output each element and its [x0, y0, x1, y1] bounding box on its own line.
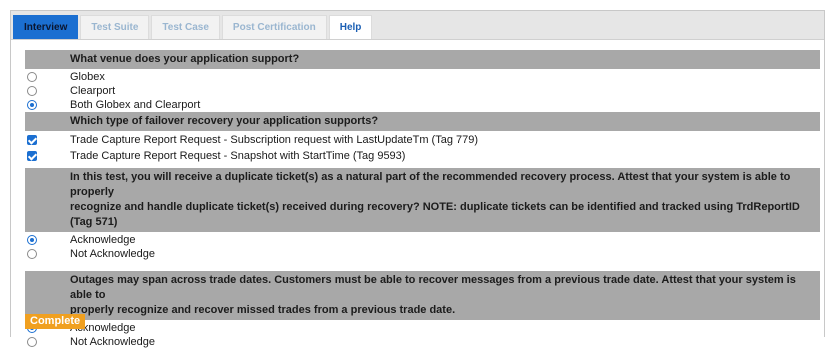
interview-form: What venue does your application support…	[25, 50, 820, 349]
tab-interview[interactable]: Interview	[13, 15, 79, 39]
complete-button[interactable]: Complete	[25, 314, 86, 329]
option-not-acknowledge-outages[interactable]: Not Acknowledge	[25, 335, 820, 349]
option-label: Trade Capture Report Request - Subscript…	[70, 134, 479, 146]
question-line: Outages may span across trade dates. Cus…	[70, 274, 796, 301]
option-label: Not Acknowledge	[70, 336, 155, 348]
checkbox-subscription[interactable]	[25, 133, 39, 147]
question-duplicate-header: In this test, you will receive a duplica…	[25, 168, 820, 232]
radio-acknowledge[interactable]	[25, 233, 39, 247]
question-line: properly recognize and recover missed tr…	[70, 304, 456, 316]
radio-clearport[interactable]	[25, 84, 39, 98]
tab-post-certification[interactable]: Post Certification	[221, 15, 327, 39]
option-label: Not Acknowledge	[70, 248, 155, 260]
option-not-acknowledge-duplicate[interactable]: Not Acknowledge	[25, 247, 820, 261]
question-venue-header: What venue does your application support…	[25, 50, 820, 69]
checkbox-snapshot[interactable]	[25, 149, 39, 163]
radio-both[interactable]	[25, 98, 39, 112]
option-label: Globex	[70, 71, 105, 83]
option-label: Both Globex and Clearport	[70, 99, 201, 111]
question-outages-header: Outages may span across trade dates. Cus…	[25, 271, 820, 320]
option-clearport[interactable]: Clearport	[25, 84, 820, 98]
option-snapshot-request[interactable]: Trade Capture Report Request - Snapshot …	[25, 148, 820, 164]
radio-not-acknowledge[interactable]	[25, 247, 39, 261]
option-globex[interactable]: Globex	[25, 70, 820, 84]
tab-bar: Interview Test Suite Test Case Post Cert…	[11, 11, 824, 40]
option-label: Acknowledge	[70, 234, 136, 246]
question-line: In this test, you will receive a duplica…	[70, 171, 791, 198]
tab-test-suite[interactable]: Test Suite	[80, 15, 150, 39]
option-label: Clearport	[70, 85, 116, 97]
question-line: recognize and handle duplicate ticket(s)…	[70, 201, 800, 228]
option-label: Trade Capture Report Request - Snapshot …	[70, 150, 406, 162]
tab-help[interactable]: Help	[328, 15, 373, 39]
question-failover-header: Which type of failover recovery your app…	[25, 112, 820, 131]
option-acknowledge-duplicate[interactable]: Acknowledge	[25, 233, 820, 247]
radio-globex[interactable]	[25, 70, 39, 84]
option-acknowledge-outages[interactable]: Acknowledge	[25, 321, 820, 335]
tab-test-case[interactable]: Test Case	[151, 15, 220, 39]
option-both[interactable]: Both Globex and Clearport	[25, 98, 820, 112]
radio-not-acknowledge[interactable]	[25, 335, 39, 349]
option-subscription-request[interactable]: Trade Capture Report Request - Subscript…	[25, 132, 820, 148]
